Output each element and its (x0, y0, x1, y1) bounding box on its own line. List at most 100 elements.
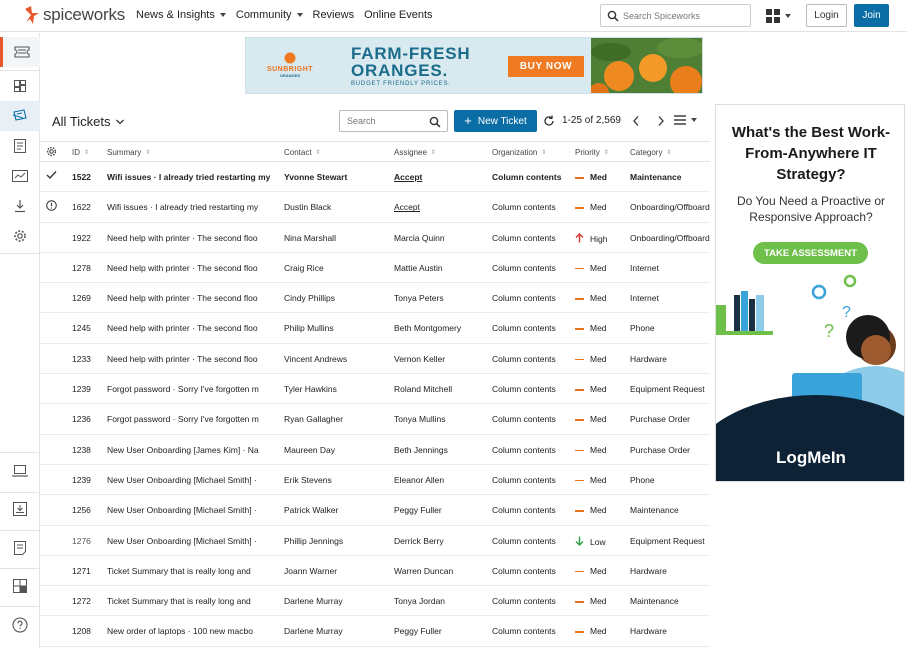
dash-icon (575, 445, 584, 455)
ticket-assignee: Marcia Quinn (394, 232, 445, 243)
refresh-button[interactable] (543, 114, 555, 132)
view-selector[interactable]: All Tickets (52, 114, 125, 129)
column-settings-button[interactable] (46, 146, 57, 157)
rail-reports[interactable] (0, 131, 40, 161)
rail-analytics[interactable] (0, 161, 40, 191)
view-options-button[interactable] (674, 115, 697, 125)
ticket-category: Purchase Order (630, 444, 690, 455)
new-ticket-button[interactable]: + New Ticket (454, 110, 537, 132)
table-row[interactable]: 1922 Need help with printer · The second … (40, 223, 710, 253)
ticket-id: 1239 (72, 474, 91, 485)
col-header-summary[interactable]: Summary ⇕ (107, 148, 150, 157)
col-header-id[interactable]: ID ⇕ (72, 148, 89, 157)
table-row[interactable]: 1238 New User Onboarding [James Kim] · Na… (40, 435, 710, 465)
rail-all-tickets[interactable] (0, 101, 40, 131)
site-search-placeholder: Search Spiceworks (623, 10, 701, 21)
site-search-input[interactable]: Search Spiceworks (600, 4, 751, 27)
table-row[interactable]: 1522 Wifi issues · I already tried restar… (40, 162, 710, 193)
dash-icon (575, 626, 584, 636)
ticket-summary: New User Onboarding [James Kim] · Na (107, 444, 259, 455)
priority-label: Med (590, 626, 607, 637)
ticket-assignee[interactable]: Accept (394, 202, 486, 212)
ticket-contact: Ryan Gallagher (284, 414, 344, 425)
table-row[interactable]: 1269 Need help with printer · The second … (40, 283, 710, 314)
next-page-button[interactable] (656, 114, 666, 132)
table-row[interactable]: 1271 Ticket Summary that is really long a… (40, 556, 710, 587)
nav-community[interactable]: Community (236, 9, 303, 21)
rail-help[interactable] (0, 610, 40, 640)
nav-reviews[interactable]: Reviews (313, 9, 355, 21)
col-header-organization[interactable]: Organization ⇕ (492, 148, 546, 157)
ticket-summary: Ticket Summary that is really long and (107, 565, 251, 576)
apps-menu-button[interactable] (766, 9, 791, 23)
login-button[interactable]: Login (806, 4, 847, 27)
col-category-label: Category (630, 148, 663, 157)
ticket-contact: Darlene Murray (284, 596, 343, 607)
table-row[interactable]: 1622 Wifi issues · I already tried restar… (40, 192, 710, 223)
col-contact-label: Contact (284, 148, 312, 157)
ticket-summary: Wifi issues · I already tried restarting… (107, 202, 259, 213)
ticket-id: 1256 (72, 505, 91, 516)
ticket-category: Internet (630, 262, 659, 273)
ticket-assignee[interactable]: Accept (394, 172, 486, 182)
ticket-organization: Column contents (492, 353, 556, 364)
ticket-organization: Column contents (492, 172, 562, 182)
table-row[interactable]: 1245 Need help with printer · The second … (40, 313, 710, 344)
ticket-contact: Yvonne Stewart (284, 172, 348, 182)
rail-tickets[interactable] (0, 37, 40, 67)
priority-label: Med (590, 384, 607, 395)
col-header-contact[interactable]: Contact ⇕ (284, 148, 321, 157)
dash-icon (575, 505, 584, 515)
search-icon (429, 116, 441, 128)
rail-settings[interactable] (0, 221, 40, 251)
ticket-category: Maintenance (630, 596, 679, 607)
col-header-category[interactable]: Category ⇕ (630, 148, 672, 157)
ticket-assignee: Roland Mitchell (394, 384, 453, 395)
rail-devices[interactable] (0, 456, 40, 486)
table-row[interactable]: 1256 New User Onboarding [Michael Smith] … (40, 495, 710, 526)
table-row[interactable]: 1208 New order of laptops · 100 new macbo… (40, 616, 710, 647)
nav-events-label: Online Events (364, 9, 433, 21)
spiceworks-logo-icon (25, 6, 39, 24)
table-row[interactable]: 1278 Need help with printer · The second … (40, 253, 710, 284)
ticket-priority: Med (575, 505, 625, 515)
side-ad[interactable]: What's the Best Work-From-Anywhere IT St… (715, 104, 905, 482)
ticket-search-input[interactable]: Search (339, 110, 448, 132)
ticket-summary: New User Onboarding [Michael Smith] · (107, 505, 257, 516)
table-row[interactable]: 1272 Ticket Summary that is really long a… (40, 586, 710, 617)
rail-inbox[interactable] (0, 494, 40, 524)
col-header-priority[interactable]: Priority ⇕ (575, 148, 609, 157)
col-header-assignee[interactable]: Assignee ⇕ (394, 148, 436, 157)
gear-icon (46, 146, 57, 157)
table-row[interactable]: 1239 New User Onboarding [Michael Smith] … (40, 465, 710, 496)
prev-page-button[interactable] (631, 114, 641, 132)
rail-divider (0, 606, 40, 607)
sort-icon: ⇕ (603, 150, 609, 156)
rail-apps[interactable] (0, 571, 40, 601)
logmein-logo: LogMeIn (776, 448, 846, 467)
spiceworks-logo[interactable]: spiceworks (22, 5, 125, 25)
nav-online-events[interactable]: Online Events (364, 9, 432, 21)
table-row[interactable]: 1239 Forgot password · Sorry I've forgott… (40, 374, 710, 405)
table-row[interactable]: 1233 Need help with printer · The second … (40, 344, 710, 375)
join-button[interactable]: Join (854, 4, 889, 27)
rail-downloads[interactable] (0, 191, 40, 221)
table-row[interactable]: 1276 New User Onboarding [Michael Smith] … (40, 526, 710, 556)
priority-label: Low (590, 536, 606, 547)
take-assessment-button[interactable]: TAKE ASSESSMENT (753, 242, 868, 264)
priority-label: Med (590, 414, 607, 425)
ticket-contact: Craig Rice (284, 262, 324, 273)
table-row[interactable]: 1236 Forgot password · Sorry I've forgott… (40, 404, 710, 435)
ticket-contact: Nina Marshall (284, 232, 336, 243)
ticket-organization: Column contents (492, 565, 556, 576)
nav-news-insights[interactable]: News & Insights (136, 9, 226, 21)
rail-dashboard[interactable] (0, 71, 40, 101)
buy-now-button[interactable]: BUY NOW (508, 56, 584, 77)
sort-icon: ⇕ (145, 150, 151, 156)
banner-ad[interactable]: SUNBRIGHT ORANGES FARM-FRESH ORANGES. BU… (245, 37, 703, 94)
ticket-organization: Column contents (492, 323, 556, 334)
rail-knowledge-base[interactable] (0, 533, 40, 563)
dash-icon (575, 566, 584, 576)
oranges-image (589, 38, 702, 93)
ticket-summary: Forgot password · Sorry I've forgotten m (107, 384, 259, 395)
